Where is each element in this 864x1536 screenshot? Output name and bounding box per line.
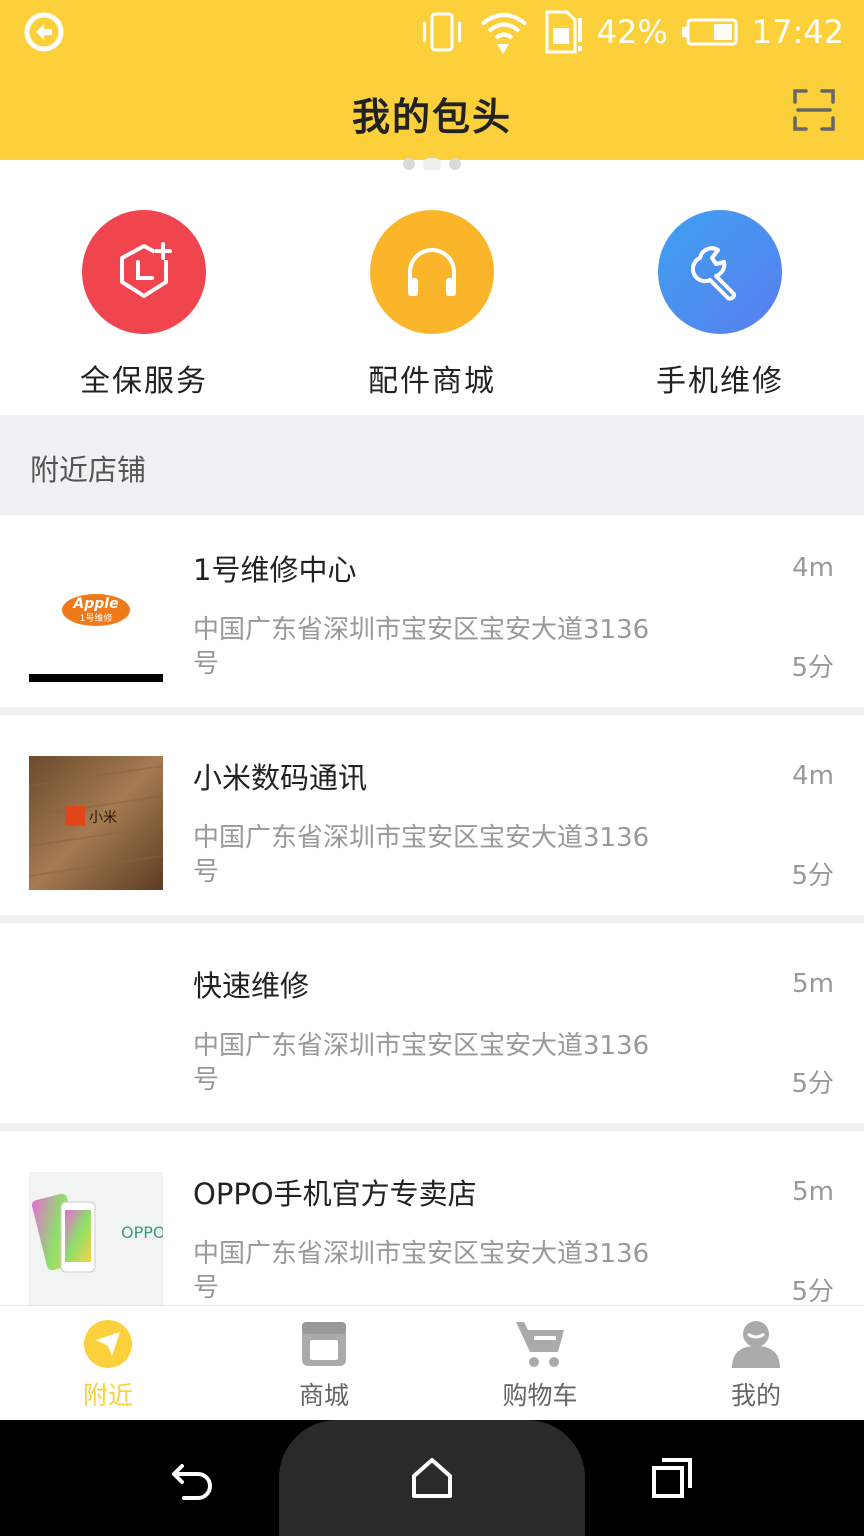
store-name: 快速维修 bbox=[193, 969, 310, 1003]
section-title: 附近店铺 bbox=[30, 453, 147, 487]
store-item[interactable]: Apple 1号维修 1号维修中心 中国广东省深圳市宝安区宝安大道3136号 4… bbox=[0, 515, 864, 715]
headphones-icon bbox=[408, 248, 456, 296]
profile-icon bbox=[732, 1321, 780, 1368]
store-name: 1号维修中心 bbox=[193, 553, 357, 587]
recents-button[interactable] bbox=[648, 1454, 696, 1502]
service-label: 手机维修 bbox=[656, 364, 784, 399]
store-item[interactable]: OPPO OPPO手机官方专卖店 中国广东省深圳市宝安区宝安大道3136号 5m… bbox=[0, 1139, 864, 1305]
store-address: 中国广东省深圳市宝安区宝安大道3136号 bbox=[193, 1239, 650, 1303]
store-address: 中国广东省深圳市宝安区宝安大道3136号 bbox=[193, 1031, 650, 1095]
sim-card-icon bbox=[545, 10, 582, 54]
svg-text:OPPO: OPPO bbox=[121, 1223, 163, 1242]
nearby-stores-header: 附近店铺 bbox=[0, 415, 864, 515]
scan-icon bbox=[793, 89, 835, 131]
page-title: 我的包头 bbox=[351, 95, 512, 139]
wifi-icon bbox=[480, 13, 527, 54]
store-icon bbox=[302, 1322, 346, 1366]
store-time: 5分 bbox=[791, 1277, 834, 1305]
battery-percent: 42% bbox=[596, 13, 668, 51]
nearby-icon bbox=[84, 1320, 132, 1368]
svg-text:小米: 小米 bbox=[89, 810, 117, 826]
service-icon-circle bbox=[82, 210, 206, 334]
scan-button[interactable] bbox=[792, 88, 836, 132]
clock: 17:42 bbox=[751, 13, 844, 51]
cart-icon bbox=[516, 1322, 564, 1367]
tab-profile[interactable]: 我的 bbox=[648, 1306, 864, 1421]
shield-plus-icon bbox=[120, 242, 172, 298]
back-button[interactable] bbox=[168, 1454, 216, 1502]
svg-text:1号维修: 1号维修 bbox=[80, 612, 113, 624]
battery-icon bbox=[681, 18, 738, 46]
store-time: 5分 bbox=[791, 861, 834, 891]
app-header-background: 42% 17:42 我的包头 bbox=[0, 0, 864, 160]
system-nav-bar bbox=[0, 1420, 864, 1536]
carousel-dot[interactable] bbox=[403, 158, 415, 170]
store-time: 5分 bbox=[791, 653, 834, 683]
recents-icon bbox=[652, 1458, 692, 1498]
service-parts-mall[interactable]: 配件商城 bbox=[332, 210, 532, 400]
store-logo bbox=[29, 964, 163, 1098]
store-logo: Apple 1号维修 bbox=[29, 548, 163, 682]
status-icons: 42% 17:42 bbox=[419, 8, 844, 56]
bottom-tab-bar: 附近 商城 购物车 我的 bbox=[0, 1305, 864, 1420]
back-icon bbox=[172, 1464, 212, 1500]
tab-label: 商城 bbox=[298, 1381, 349, 1410]
service-icon-circle bbox=[370, 210, 494, 334]
tab-cart[interactable]: 购物车 bbox=[432, 1306, 648, 1421]
store-name: 小米数码通讯 bbox=[193, 761, 368, 795]
home-icon bbox=[412, 1458, 452, 1498]
service-icon-circle bbox=[658, 210, 782, 334]
carousel-indicator bbox=[0, 158, 864, 172]
service-full-protection[interactable]: 全保服务 bbox=[44, 210, 244, 400]
home-button[interactable] bbox=[408, 1454, 456, 1502]
service-phone-repair[interactable]: 手机维修 bbox=[620, 210, 820, 400]
store-time: 5分 bbox=[791, 1069, 834, 1099]
header: 我的包头 bbox=[0, 64, 864, 160]
tab-label: 我的 bbox=[730, 1381, 781, 1410]
store-logo: OPPO bbox=[29, 1172, 163, 1305]
store-address: 中国广东省深圳市宝安区宝安大道3136号 bbox=[193, 823, 650, 887]
store-distance: 5m bbox=[792, 1177, 834, 1207]
tab-label: 购物车 bbox=[502, 1381, 578, 1410]
tab-store[interactable]: 商城 bbox=[216, 1306, 432, 1421]
service-label: 配件商城 bbox=[368, 364, 496, 399]
tab-nearby[interactable]: 附近 bbox=[0, 1306, 216, 1421]
store-distance: 4m bbox=[792, 553, 834, 583]
store-item[interactable]: 小米 小米数码通讯 中国广东省深圳市宝安区宝安大道3136号 4m 5分 bbox=[0, 723, 864, 923]
tab-label: 附近 bbox=[82, 1381, 133, 1410]
wrench-icon bbox=[690, 246, 736, 301]
svg-text:Apple: Apple bbox=[72, 596, 118, 612]
service-shortcuts: 全保服务 配件商城 手机维修 bbox=[0, 170, 864, 415]
status-bar: 42% 17:42 bbox=[0, 0, 864, 64]
store-distance: 4m bbox=[792, 761, 834, 791]
store-list[interactable]: Apple 1号维修 1号维修中心 中国广东省深圳市宝安区宝安大道3136号 4… bbox=[0, 515, 864, 1305]
store-logo: 小米 bbox=[29, 756, 163, 890]
sync-icon bbox=[22, 10, 66, 54]
vibrate-icon bbox=[422, 12, 461, 52]
carousel-dot[interactable] bbox=[449, 158, 461, 170]
store-name: OPPO手机官方专卖店 bbox=[193, 1177, 477, 1211]
store-item[interactable]: 快速维修 中国广东省深圳市宝安区宝安大道3136号 5m 5分 bbox=[0, 931, 864, 1131]
store-distance: 5m bbox=[792, 969, 834, 999]
service-label: 全保服务 bbox=[80, 364, 208, 399]
store-address: 中国广东省深圳市宝安区宝安大道3136号 bbox=[193, 615, 650, 679]
